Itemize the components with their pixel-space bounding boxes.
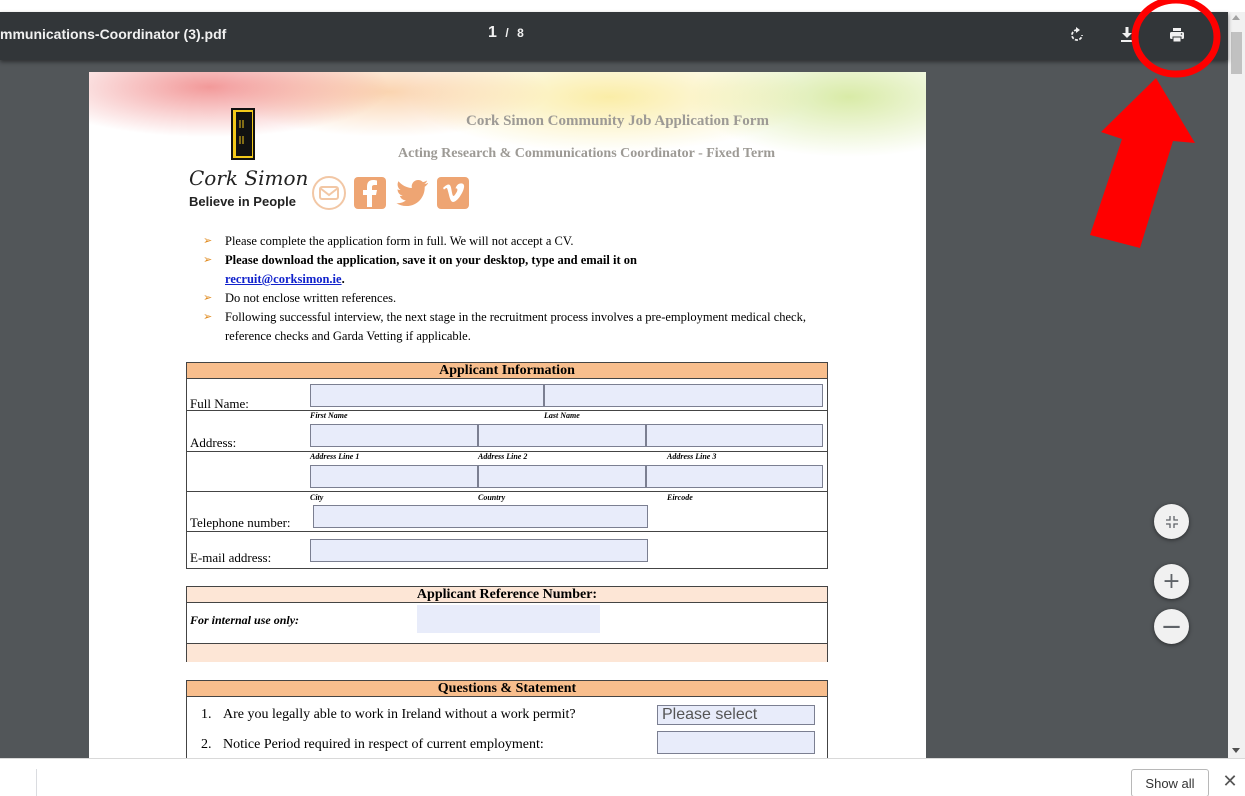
bullet-arrow-icon: ➢: [203, 292, 213, 304]
cork-simon-door-logo-icon: [231, 108, 255, 160]
reference-number-field[interactable]: [417, 605, 600, 633]
country-caption: Country: [478, 493, 506, 502]
window-top-strip: [0, 0, 1245, 12]
work-permit-select[interactable]: Please select: [657, 705, 815, 725]
applicant-information-heading: Applicant Information: [187, 363, 827, 379]
total-pages: 8: [517, 26, 524, 40]
email-field[interactable]: [310, 539, 648, 562]
print-button[interactable]: [1166, 24, 1188, 46]
instruction-item: ➢ Do not enclose written references.: [193, 289, 833, 308]
questions-heading: Questions & Statement: [187, 681, 827, 697]
instruction-item: ➢ Please download the application, save i…: [203, 253, 637, 286]
applicant-reference-heading: Applicant Reference Number:: [187, 587, 827, 603]
vimeo-icon[interactable]: [435, 175, 471, 211]
email-label: E-mail address:: [190, 550, 272, 565]
current-page-number[interactable]: 1: [488, 24, 497, 41]
address-line-3-caption: Address Line 3: [667, 452, 717, 461]
address-line-3-field[interactable]: [646, 424, 823, 447]
print-icon: [1170, 28, 1184, 43]
applicant-reference-section: Applicant Reference Number: For internal…: [186, 586, 828, 662]
address-line-2-caption: Address Line 2: [478, 452, 528, 461]
first-name-field[interactable]: [310, 384, 544, 407]
page-separator: /: [505, 26, 509, 40]
form-subtitle: Acting Research & Communications Coordin…: [398, 146, 776, 161]
bullet-arrow-icon: ➢: [203, 235, 213, 247]
shelf-divider: [36, 769, 37, 796]
city-caption: City: [310, 493, 324, 502]
show-all-button[interactable]: Show all: [1131, 769, 1209, 796]
telephone-field[interactable]: [313, 505, 648, 528]
download-icon: [1121, 27, 1133, 42]
bullet-arrow-icon: ➢: [203, 311, 213, 323]
address-line-1-caption: Address Line 1: [310, 452, 360, 461]
question-2: 2. Notice Period required in respect of c…: [201, 737, 544, 752]
reference-footer-band: [187, 643, 827, 662]
instruction-item: ➢ Please complete the application form in…: [193, 232, 833, 251]
city-field[interactable]: [310, 465, 478, 488]
telephone-label: Telephone number:: [190, 515, 291, 530]
country-field[interactable]: [478, 465, 646, 488]
eircode-field[interactable]: [646, 465, 823, 488]
row-divider: [187, 491, 827, 492]
logo-tagline: Believe in People: [189, 194, 296, 209]
last-name-field[interactable]: [544, 384, 823, 407]
download-button[interactable]: [1116, 24, 1138, 46]
fit-to-page-icon: [1165, 515, 1178, 528]
row-divider: [187, 410, 827, 411]
vertical-scrollbar[interactable]: [1228, 12, 1245, 758]
facebook-icon[interactable]: [352, 175, 388, 211]
pdf-viewport: Cork Simon Believe in People Cork Simon …: [0, 60, 1228, 758]
twitter-icon[interactable]: [395, 175, 431, 211]
last-name-caption: Last Name: [544, 411, 580, 420]
scroll-down-arrow-icon[interactable]: [1232, 748, 1240, 753]
zoom-out-button[interactable]: −: [1154, 609, 1189, 644]
recruit-email-link[interactable]: recruit@corksimon.ie: [225, 272, 342, 286]
first-name-caption: First Name: [310, 411, 348, 420]
rotate-icon: [1071, 27, 1083, 41]
instruction-item: ➢ Following successful interview, the nex…: [203, 310, 806, 343]
address-line-2-field[interactable]: [478, 424, 646, 447]
scroll-up-arrow-icon[interactable]: [1232, 15, 1240, 20]
instructions-list: ➢ Please complete the application form in…: [193, 232, 833, 346]
applicant-information-section: Applicant Information Full Name: First N…: [186, 362, 828, 569]
rotate-button[interactable]: [1066, 24, 1088, 46]
download-shelf: Show all ✕: [0, 758, 1245, 796]
bullet-arrow-icon: ➢: [203, 254, 213, 266]
fit-to-page-button[interactable]: [1154, 504, 1189, 539]
form-title: Cork Simon Community Job Application For…: [466, 113, 769, 129]
row-divider: [187, 531, 827, 532]
questions-section: Questions & Statement 1. Are you legally …: [186, 680, 828, 758]
pdf-page: Cork Simon Believe in People Cork Simon …: [89, 72, 926, 758]
internal-use-label: For internal use only:: [190, 613, 300, 627]
pdf-toolbar: mmunications-Coordinator (3).pdf 1 / 8: [0, 12, 1228, 60]
close-icon[interactable]: ✕: [1220, 771, 1240, 793]
email-icon[interactable]: [311, 175, 347, 211]
notice-period-field[interactable]: [657, 731, 815, 754]
address-label: Address:: [190, 435, 237, 450]
zoom-in-button[interactable]: +: [1154, 564, 1189, 599]
address-line-1-field[interactable]: [310, 424, 478, 447]
eircode-caption: Eircode: [667, 493, 693, 502]
logo-text: Cork Simon: [189, 166, 309, 190]
scrollbar-thumb[interactable]: [1231, 32, 1242, 74]
document-title: mmunications-Coordinator (3).pdf: [0, 26, 227, 42]
question-1: 1. Are you legally able to work in Irelan…: [201, 707, 576, 722]
page-indicator: 1 / 8: [488, 24, 524, 42]
